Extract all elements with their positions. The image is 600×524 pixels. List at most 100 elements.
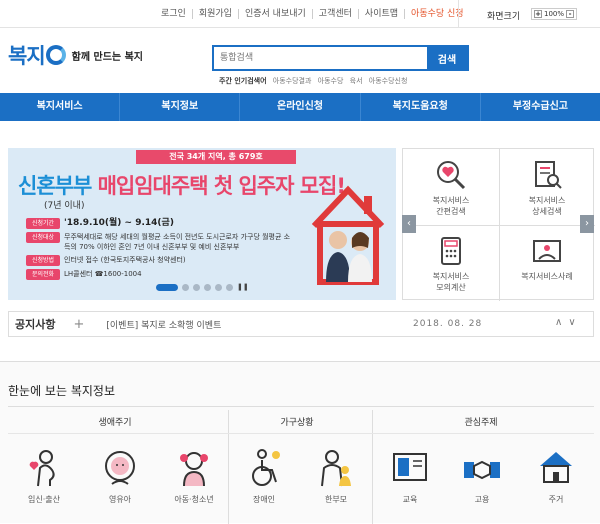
couple-house-illustration bbox=[311, 185, 385, 285]
heart-search-icon bbox=[437, 161, 466, 190]
pager-dot-active[interactable] bbox=[156, 284, 178, 291]
customer-center-link[interactable]: 고객센터 bbox=[313, 9, 359, 19]
pager-dot[interactable] bbox=[226, 284, 233, 291]
group-interest[interactable]: 관심주제 bbox=[436, 415, 526, 428]
logo-mark: 복지 bbox=[8, 40, 66, 70]
quick-menu: 복지서비스 간편검색 복지서비스 상세검색 복지서비스 모의계산 복지서비스사례… bbox=[402, 148, 595, 301]
site-logo[interactable]: 복지 함께 만드는 복지 bbox=[8, 42, 143, 68]
book-icon bbox=[393, 453, 427, 481]
login-link[interactable]: 로그인 bbox=[155, 9, 193, 19]
banner-tag: 신청대상 bbox=[26, 232, 60, 243]
popular-keywords: 주간 인기검색어 아동수당결과 아동수당 육서 아동수당신청 bbox=[219, 76, 411, 86]
logo-ring-icon bbox=[45, 45, 66, 65]
pager-dot[interactable] bbox=[182, 284, 189, 291]
logo-slogan: 함께 만드는 복지 bbox=[71, 51, 144, 63]
zoom-stepper: + 100% - bbox=[531, 8, 578, 20]
quick-label: 복지서비스 간편검색 bbox=[432, 196, 470, 216]
nav-online-apply[interactable]: 온라인신청 bbox=[240, 93, 361, 121]
info-item-child-youth[interactable]: 아동·청소년 bbox=[158, 446, 230, 505]
cert-export-link[interactable]: 인증서 내보내기 bbox=[239, 9, 313, 19]
notice-date: 2018. 08. 28 bbox=[413, 319, 483, 329]
notice-updown-buttons[interactable]: ∧∨ bbox=[555, 317, 582, 328]
banner-tag: 문의전화 bbox=[26, 269, 60, 280]
section-title: 한눈에 보는 복지정보 bbox=[8, 384, 115, 398]
info-item-label: 임신·출산 bbox=[28, 495, 60, 504]
info-item-label: 교육 bbox=[402, 495, 418, 504]
banner-tag: 신청기간 bbox=[26, 218, 60, 229]
search-box: 검색 bbox=[212, 45, 469, 71]
quick-next-arrow[interactable]: › bbox=[580, 215, 594, 233]
quick-label: 복지서비스사례 bbox=[521, 272, 573, 281]
popular-keyword[interactable]: 아동수당 bbox=[318, 77, 344, 85]
info-item-label: 장애인 bbox=[252, 495, 276, 504]
nav-help-request[interactable]: 복지도움요청 bbox=[361, 93, 481, 121]
banner-row: 신청기간 '18.9.10(월) ~ 9.14(금) bbox=[26, 218, 316, 229]
notice-item-link[interactable]: [이벤트] 복지로 소확행 이벤트 bbox=[106, 318, 221, 331]
popular-keyword[interactable]: 아동수당신청 bbox=[369, 77, 408, 85]
quick-mock-calc[interactable]: 복지서비스 모의계산 bbox=[403, 225, 499, 301]
house-icon bbox=[540, 452, 572, 483]
zoom-out-button[interactable]: - bbox=[566, 10, 575, 18]
banner-row: 문의전화 LH콜센터 ☎1600-1004 bbox=[26, 269, 316, 280]
nav-welfare-service[interactable]: 복지서비스 bbox=[0, 93, 121, 121]
info-item-housing[interactable]: 주거 bbox=[520, 446, 592, 505]
popular-keyword[interactable]: 아동수당결과 bbox=[273, 77, 312, 85]
search-input[interactable] bbox=[214, 47, 427, 69]
group-life-cycle[interactable]: 생애주기 bbox=[70, 415, 160, 428]
info-item-pregnancy[interactable]: 임신·출산 bbox=[8, 446, 80, 505]
info-item-label: 고용 bbox=[474, 495, 490, 504]
infant-icon bbox=[105, 451, 135, 485]
pager-dot[interactable] bbox=[193, 284, 200, 291]
info-item-label: 한부모 bbox=[324, 495, 348, 504]
banner-value: 무주택세대로 해당 세대의 월평균 소득이 전년도 도시근로자 가구당 월평균 … bbox=[64, 233, 291, 251]
divider bbox=[8, 433, 594, 434]
banner-headline-blue: 신혼부부 bbox=[18, 174, 92, 198]
popular-keyword[interactable]: 육서 bbox=[350, 77, 363, 85]
wheelchair-icon bbox=[252, 449, 280, 486]
nav-fraud-report[interactable]: 부정수급신고 bbox=[481, 93, 600, 121]
quick-label: 복지서비스 상세검색 bbox=[528, 196, 566, 216]
info-item-single-parent[interactable]: 한부모 bbox=[300, 446, 372, 505]
promo-banner[interactable]: 전국 34개 지역, 총 679호 신혼부부 매입임대주택 첫 입주자 모집! … bbox=[8, 148, 396, 300]
info-item-employment[interactable]: 고용 bbox=[446, 446, 518, 505]
search-button[interactable]: 검색 bbox=[427, 47, 467, 69]
zoom-in-button[interactable]: + bbox=[534, 10, 542, 18]
logo-text: 복지 bbox=[8, 44, 46, 68]
quick-detail-search[interactable]: 복지서비스 상세검색 bbox=[499, 149, 595, 225]
banner-tag: 신청방법 bbox=[26, 255, 60, 266]
notice-more-button[interactable]: + bbox=[73, 317, 84, 332]
utility-bar: 로그인 회원가입 인증서 내보내기 고객센터 사이트맵 아동수당 신청 화면크기… bbox=[0, 0, 600, 28]
sitemap-link[interactable]: 사이트맵 bbox=[359, 9, 406, 19]
group-household[interactable]: 가구상황 bbox=[252, 415, 342, 428]
calculator-icon bbox=[441, 237, 461, 265]
list-search-icon bbox=[535, 161, 562, 189]
single-parent-icon bbox=[321, 450, 351, 487]
nav-welfare-info[interactable]: 복지정보 bbox=[120, 93, 241, 121]
pager-dot[interactable] bbox=[204, 284, 211, 291]
main-nav: 복지서비스 복지정보 온라인신청 복지도움요청 부정수급신고 bbox=[0, 93, 600, 121]
info-item-disabled[interactable]: 장애인 bbox=[228, 446, 300, 505]
banner-value: 인터넷 접수 (한국토지주택공사 청약센터) bbox=[64, 256, 186, 264]
info-item-label: 아동·청소년 bbox=[174, 495, 214, 504]
quick-prev-arrow[interactable]: ‹ bbox=[402, 215, 416, 233]
banner-headline: 신혼부부 매입임대주택 첫 입주자 모집! bbox=[18, 170, 346, 200]
info-item-label: 주거 bbox=[548, 495, 564, 504]
banner-value: '18.9.10(월) ~ 9.14(금) bbox=[64, 218, 174, 228]
info-item-education[interactable]: 교육 bbox=[374, 446, 446, 505]
photo-icon bbox=[533, 240, 561, 262]
welfare-info-section: 한눈에 보는 복지정보 생애주기 가구상황 관심주제 임신·출산 영유아 아동·… bbox=[0, 361, 600, 524]
banner-value: LH콜센터 ☎1600-1004 bbox=[64, 270, 142, 278]
utility-links: 로그인 회원가입 인증서 내보내기 고객센터 사이트맵 아동수당 신청 bbox=[155, 9, 470, 19]
pager-dot[interactable] bbox=[215, 284, 222, 291]
banner-pager: ❚❚ bbox=[156, 284, 249, 291]
quick-simple-search[interactable]: 복지서비스 간편검색 bbox=[403, 149, 499, 225]
banner-details: 신청기간 '18.9.10(월) ~ 9.14(금) 신청대상 무주택세대로 해… bbox=[26, 218, 316, 283]
pause-icon[interactable]: ❚❚ bbox=[237, 284, 249, 291]
info-item-infant[interactable]: 영유아 bbox=[84, 446, 156, 505]
zoom-value: 100% bbox=[544, 10, 565, 18]
info-item-label: 영유아 bbox=[108, 495, 132, 504]
signup-link[interactable]: 회원가입 bbox=[193, 9, 239, 19]
divider bbox=[372, 410, 373, 524]
quick-cases[interactable]: 복지서비스사례 bbox=[499, 225, 595, 301]
popular-label: 주간 인기검색어 bbox=[219, 77, 267, 85]
